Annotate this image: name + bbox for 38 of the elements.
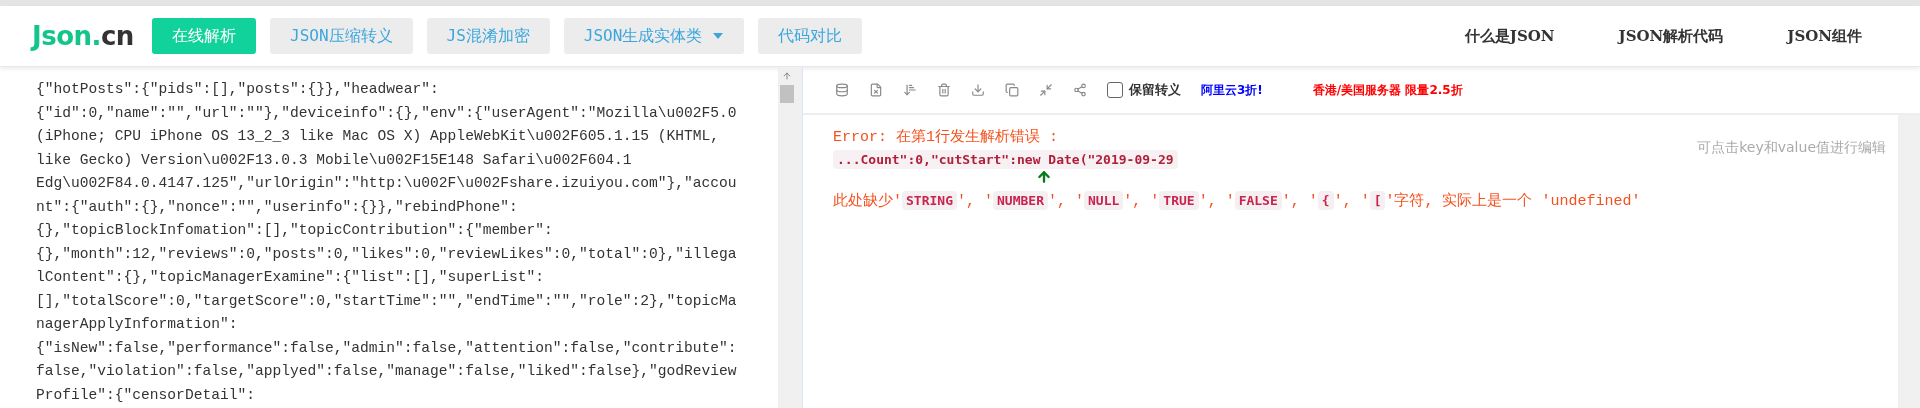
error-title: Error: 在第1行发生解析错误 :	[833, 127, 1059, 146]
code-line: nagerApplyInformation":	[36, 315, 239, 334]
code-line: {"isNew":false,"performance":false,"admin":false,"attention":false,"contribute":	[36, 338, 738, 358]
code-line: {},"month":12,"reviews":0,"posts":0,"likes":0,"reviewLikes":0,"total":0},"illega	[36, 244, 738, 264]
error-snippet: ...Count":0,"cutStart":new Date("2019-09-29	[833, 150, 1178, 169]
code-line: [],"totalScore":0,"targetScore":0,"startTime":"","endTime":"","role":2},"topicMa	[36, 291, 738, 311]
code-line: (iPhone; CPU iPhone OS 13_2_3 like Mac OS X) AppleWebKit\u002F605.1.15 (KHTML,	[36, 127, 721, 146]
collapse-arrows-icon[interactable]	[1039, 83, 1053, 97]
trash-icon[interactable]	[937, 83, 951, 97]
code-line: nt":{"auth":{},"nonce":"","userinfo":{}},"rebindPhone":	[36, 197, 519, 217]
caret-icon	[712, 32, 725, 40]
site-logo[interactable]: Json.cn	[32, 21, 152, 51]
download-icon[interactable]	[971, 83, 985, 97]
ad-link[interactable]: 阿里云3折!	[1201, 81, 1263, 99]
ad-link[interactable]: 香港/美国服务器 限量2.5折	[1312, 81, 1463, 99]
share-icon[interactable]	[1073, 83, 1087, 97]
code-line: lContent":{},"topicManagerExamine":{"list":[],"superList":	[36, 268, 545, 287]
nav-link[interactable]: 什么是JSON	[1464, 26, 1555, 46]
error-message: 此处缺少' STRING ', ' NUMBER ', ' NULL ', ' TRUE ', ' FALSE ', ' { ', ' [ '字符, 实际上是一个 'undefined'	[833, 191, 1642, 210]
code-line: Profile":{"censorDetail":	[36, 385, 256, 405]
nav-link[interactable]: JSON组件	[1787, 26, 1862, 46]
code-line: {"id":0,"name":"","url":""},"deviceinfo":{},"env":{"userAgent":"Mozilla\u002F5.0	[36, 103, 738, 123]
code-line: like Gecko) Version\u002F13.0.3 Mobile\u002F15E148 Safari\u002F604.1	[36, 150, 633, 170]
copy-icon[interactable]	[1005, 83, 1019, 97]
edit-hint: 可点击key和value值进行编辑	[1697, 139, 1886, 157]
escape-checkbox[interactable]: 保留转义	[1107, 81, 1181, 99]
scrollbar[interactable]	[778, 67, 796, 408]
code-line: {},"topicBlockInfomation":[],"topicContribution":{"member":	[36, 221, 554, 240]
excel-file-icon[interactable]	[869, 83, 883, 97]
nav-link[interactable]: JSON解析代码	[1618, 26, 1724, 46]
code-line: Edg\u002F84.0.4147.125","urlOrigin":"http:\u002F\u002Fshare.izuiyou.com"},"accou	[36, 174, 738, 193]
database-icon[interactable]	[835, 83, 849, 97]
checkbox-label: 保留转义	[1129, 81, 1181, 99]
scroll-up-icon[interactable]	[782, 71, 792, 81]
code-line: {"hotPosts":{"pids":[],"posts":{}},"headwear":	[36, 80, 440, 99]
scroll-thumb[interactable]	[780, 85, 794, 103]
code-line: false,"violation":false,"applyed":false,"manage":false,"liked":false},"godReview	[36, 362, 738, 381]
sort-icon[interactable]	[903, 83, 917, 97]
